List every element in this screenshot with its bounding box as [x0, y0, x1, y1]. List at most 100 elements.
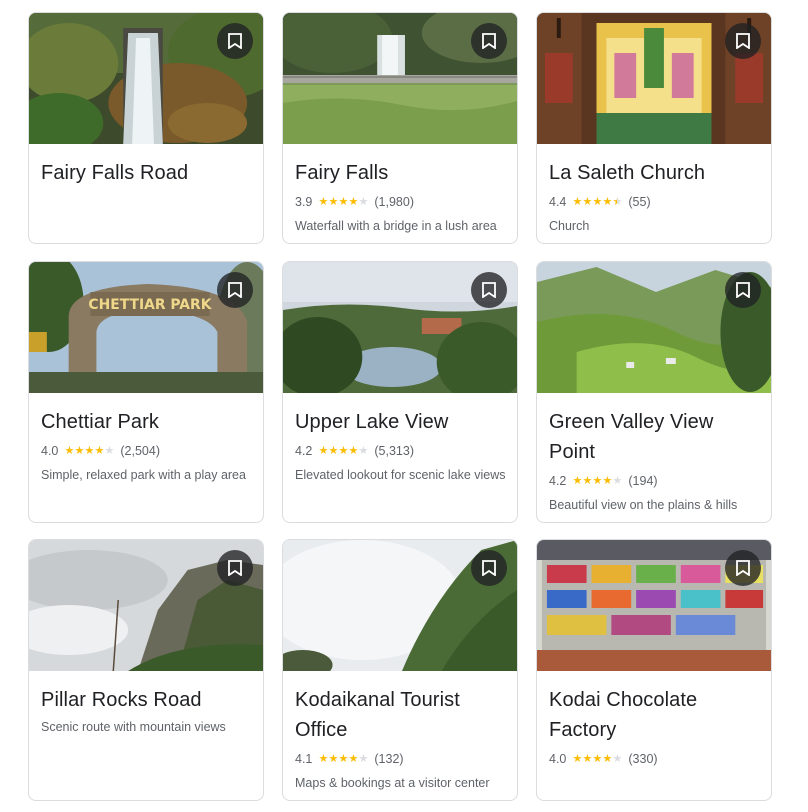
rating-row: 4.1 ★ ★ ★ ★ ★ (132): [295, 751, 505, 767]
place-description: Beautiful view on the plains & hills: [549, 498, 738, 512]
place-photo[interactable]: [283, 540, 517, 671]
rating-row: 4.2 ★ ★ ★ ★ ★ (5,313): [295, 443, 505, 459]
place-photo[interactable]: [537, 13, 771, 144]
star-full-icon: ★: [348, 753, 359, 765]
place-description: Church: [549, 219, 590, 233]
star-empty-icon: ★: [358, 753, 369, 765]
rating-score: 4.1: [295, 752, 313, 766]
star-rating: ★ ★ ★ ★ ★: [318, 445, 368, 457]
place-card-upper-lake-view[interactable]: Upper Lake View 4.2 ★ ★ ★ ★ ★ (5,313) Elevat…: [282, 261, 518, 523]
rating-row: 4.4 ★ ★ ★ ★ ★ (55): [549, 194, 759, 210]
star-full-icon: ★: [602, 753, 613, 765]
save-button[interactable]: [217, 23, 253, 59]
bookmark-icon: [482, 33, 496, 49]
place-name[interactable]: La Saleth Church: [549, 158, 759, 188]
star-full-icon: ★: [338, 445, 349, 457]
park-sign-text: CHETTIAR PARK: [88, 297, 212, 313]
places-grid: Fairy Falls Road Fairy Falls 3.9 ★ ★ ★ ★…: [0, 0, 808, 812]
star-rating: ★ ★ ★ ★ ★: [572, 196, 622, 208]
review-count: (5,313): [374, 444, 414, 458]
bookmark-icon: [736, 282, 750, 298]
place-description: Maps & bookings at a visitor center: [295, 776, 490, 790]
star-empty-icon: ★: [612, 475, 623, 487]
place-photo[interactable]: [283, 13, 517, 144]
place-card-pillar-rocks-road[interactable]: Pillar Rocks Road Scenic route with moun…: [28, 539, 264, 801]
save-button[interactable]: [725, 272, 761, 308]
place-name[interactable]: Pillar Rocks Road: [41, 685, 251, 715]
star-rating: ★ ★ ★ ★ ★: [572, 475, 622, 487]
rating-row: 3.9 ★ ★ ★ ★ ★ (1,980): [295, 194, 505, 210]
place-card-fairy-falls-road[interactable]: Fairy Falls Road: [28, 12, 264, 244]
star-empty-icon: ★: [358, 445, 369, 457]
place-name[interactable]: Upper Lake View: [295, 407, 505, 437]
rating-score: 4.4: [549, 195, 567, 209]
star-full-icon: ★: [592, 196, 603, 208]
star-full-icon: ★: [348, 445, 359, 457]
place-photo[interactable]: [537, 540, 771, 671]
place-card-kodaikanal-tourist-office[interactable]: Kodaikanal Tourist Office 4.1 ★ ★ ★ ★ ★ (132…: [282, 539, 518, 801]
star-full-icon: ★: [318, 753, 329, 765]
save-button[interactable]: [471, 272, 507, 308]
place-card-fairy-falls[interactable]: Fairy Falls 3.9 ★ ★ ★ ★ ★ (1,980) Waterfall …: [282, 12, 518, 244]
star-full-icon: ★: [338, 196, 349, 208]
save-button[interactable]: [725, 23, 761, 59]
place-name[interactable]: Kodai Chocolate Factory: [549, 685, 759, 745]
save-button[interactable]: [217, 550, 253, 586]
place-name[interactable]: Fairy Falls Road: [41, 158, 251, 188]
place-photo[interactable]: [283, 262, 517, 393]
place-card-chettiar-park[interactable]: CHETTIAR PARK Chettiar Park 4.0 ★ ★ ★ ★ ★ (2…: [28, 261, 264, 523]
rating-row: 4.0 ★ ★ ★ ★ ★ (330): [549, 751, 759, 767]
star-full-icon: ★: [348, 196, 359, 208]
star-full-icon: ★: [592, 475, 603, 487]
star-rating: ★ ★ ★ ★ ★: [64, 445, 114, 457]
place-card-kodai-chocolate-factory[interactable]: Kodai Chocolate Factory 4.0 ★ ★ ★ ★ ★ (330): [536, 539, 772, 801]
bookmark-icon: [482, 560, 496, 576]
place-description: Simple, relaxed park with a play area: [41, 468, 246, 482]
star-full-icon: ★: [582, 196, 593, 208]
review-count: (330): [628, 752, 658, 766]
save-button[interactable]: [217, 272, 253, 308]
place-name[interactable]: Green Valley View Point: [549, 407, 759, 467]
star-full-icon: ★: [592, 753, 603, 765]
star-full-icon: ★: [84, 445, 95, 457]
bookmark-icon: [228, 560, 242, 576]
star-full-icon: ★: [572, 196, 583, 208]
place-name[interactable]: Kodaikanal Tourist Office: [295, 685, 505, 745]
star-rating: ★ ★ ★ ★ ★: [318, 196, 368, 208]
place-name[interactable]: Chettiar Park: [41, 407, 251, 437]
place-description: Waterfall with a bridge in a lush area: [295, 219, 497, 233]
star-half-icon: ★: [612, 196, 623, 208]
star-empty-icon: ★: [612, 753, 623, 765]
star-full-icon: ★: [64, 445, 75, 457]
star-rating: ★ ★ ★ ★ ★: [572, 753, 622, 765]
place-photo[interactable]: [29, 13, 263, 144]
star-full-icon: ★: [74, 445, 85, 457]
star-rating: ★ ★ ★ ★ ★: [318, 753, 368, 765]
place-photo[interactable]: CHETTIAR PARK: [29, 262, 263, 393]
rating-score: 4.2: [295, 444, 313, 458]
place-name[interactable]: Fairy Falls: [295, 158, 505, 188]
place-photo[interactable]: [537, 262, 771, 393]
save-button[interactable]: [725, 550, 761, 586]
bookmark-icon: [736, 560, 750, 576]
place-card-la-saleth-church[interactable]: La Saleth Church 4.4 ★ ★ ★ ★ ★ (55) Church: [536, 12, 772, 244]
star-full-icon: ★: [572, 475, 583, 487]
star-full-icon: ★: [328, 445, 339, 457]
star-full-icon: ★: [318, 196, 329, 208]
star-full-icon: ★: [582, 753, 593, 765]
rating-row: 4.0 ★ ★ ★ ★ ★ (2,504): [41, 443, 251, 459]
place-photo[interactable]: [29, 540, 263, 671]
review-count: (194): [628, 474, 658, 488]
review-count: (132): [374, 752, 404, 766]
rating-row: 4.2 ★ ★ ★ ★ ★ (194): [549, 473, 759, 489]
save-button[interactable]: [471, 550, 507, 586]
bookmark-icon: [228, 282, 242, 298]
save-button[interactable]: [471, 23, 507, 59]
star-empty-icon: ★: [104, 445, 115, 457]
rating-score: 4.0: [549, 752, 567, 766]
star-full-icon: ★: [338, 753, 349, 765]
place-description: Scenic route with mountain views: [41, 720, 226, 734]
place-description: Elevated lookout for scenic lake views: [295, 468, 506, 482]
place-card-green-valley-view-point[interactable]: Green Valley View Point 4.2 ★ ★ ★ ★ ★ (194) …: [536, 261, 772, 523]
bookmark-icon: [736, 33, 750, 49]
